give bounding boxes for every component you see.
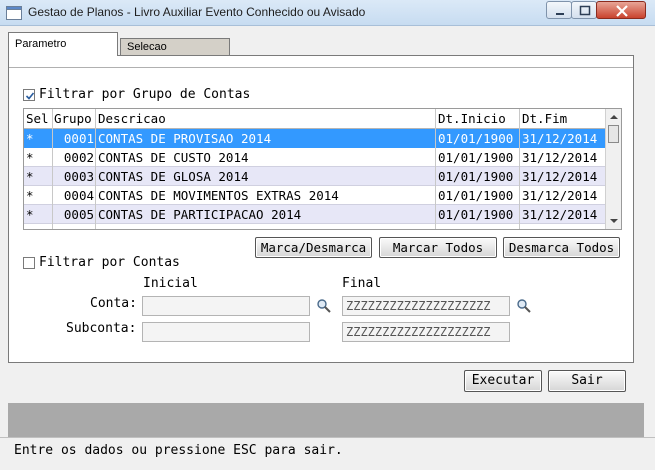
title-bar: Gestao de Planos - Livro Auxiliar Evento…	[0, 0, 655, 26]
status-message: Entre os dados ou pressione ESC para sai…	[14, 443, 343, 458]
checkmark-icon	[25, 92, 35, 100]
mark-all-button[interactable]: Marcar Todos	[379, 237, 497, 258]
scroll-down-icon[interactable]	[606, 214, 622, 228]
panel-divider	[9, 67, 633, 68]
header-dt-inicio: Dt.Inicio	[438, 111, 506, 126]
maximize-button[interactable]	[571, 1, 597, 19]
table-row[interactable]: * 0001 CONTAS DE PROVISAO 2014 01/01/190…	[24, 129, 605, 148]
table-row[interactable]: * 0002 CONTAS DE CUSTO 2014 01/01/1900 3…	[24, 148, 605, 167]
table-row[interactable]: * 0003 CONTAS DE GLOSA 2014 01/01/1900 3…	[24, 167, 605, 186]
exit-button[interactable]: Sair	[548, 370, 626, 392]
filter-groups-checkbox[interactable]	[23, 89, 35, 101]
execute-button[interactable]: Executar	[464, 370, 542, 392]
grid-scrollbar[interactable]	[605, 109, 621, 229]
status-bar: Entre os dados ou pressione ESC para sai…	[0, 437, 655, 470]
close-button[interactable]	[596, 1, 646, 19]
filter-groups-label: Filtrar por Grupo de Contas	[39, 87, 251, 102]
message-area	[8, 403, 644, 437]
tab-parametro[interactable]: Parametro	[8, 32, 118, 56]
subconta-label: Subconta:	[66, 321, 137, 336]
minimize-button[interactable]	[546, 1, 572, 19]
scroll-up-icon[interactable]	[606, 110, 622, 124]
column-separator	[52, 109, 53, 229]
tab-selecao[interactable]: Selecao	[120, 38, 230, 56]
close-icon	[616, 5, 628, 17]
subconta-initial-field[interactable]	[142, 322, 310, 342]
conta-label: Conta:	[90, 296, 137, 311]
scroll-thumb[interactable]	[608, 125, 619, 143]
unmark-all-button[interactable]: Desmarca Todos	[503, 237, 620, 258]
search-icon[interactable]	[516, 298, 532, 314]
groups-grid: Sel Grupo Descricao Dt.Inicio Dt.Fim * 0…	[23, 108, 622, 230]
table-row[interactable]: * 0005 CONTAS DE PARTICIPACAO 2014 01/01…	[24, 205, 605, 224]
filter-accounts-checkbox[interactable]	[23, 257, 35, 269]
search-icon[interactable]	[316, 298, 332, 314]
column-separator	[95, 109, 96, 229]
conta-final-field[interactable]: ZZZZZZZZZZZZZZZZZZZZ	[342, 296, 510, 316]
window-title: Gestao de Planos - Livro Auxiliar Evento…	[28, 5, 366, 19]
filter-accounts-label: Filtrar por Contas	[39, 255, 180, 270]
initial-column-label: Inicial	[143, 276, 198, 291]
maximize-icon	[579, 5, 591, 16]
app-icon	[6, 6, 22, 20]
header-descricao: Descricao	[98, 111, 166, 126]
column-separator	[519, 109, 520, 229]
conta-initial-field[interactable]	[142, 296, 310, 316]
final-column-label: Final	[342, 276, 382, 291]
header-dt-fim: Dt.Fim	[522, 111, 568, 126]
grid-header: Sel Grupo Descricao Dt.Inicio Dt.Fim	[24, 109, 605, 129]
toggle-mark-button[interactable]: Marca/Desmarca	[255, 237, 372, 258]
header-sel: Sel	[26, 111, 49, 126]
subconta-final-field[interactable]: ZZZZZZZZZZZZZZZZZZZZ	[342, 322, 510, 342]
minimize-icon	[556, 13, 564, 15]
header-grupo: Grupo	[54, 111, 92, 126]
table-row[interactable]: * 0004 CONTAS DE MOVIMENTOS EXTRAS 2014 …	[24, 186, 605, 205]
column-separator	[435, 109, 436, 229]
